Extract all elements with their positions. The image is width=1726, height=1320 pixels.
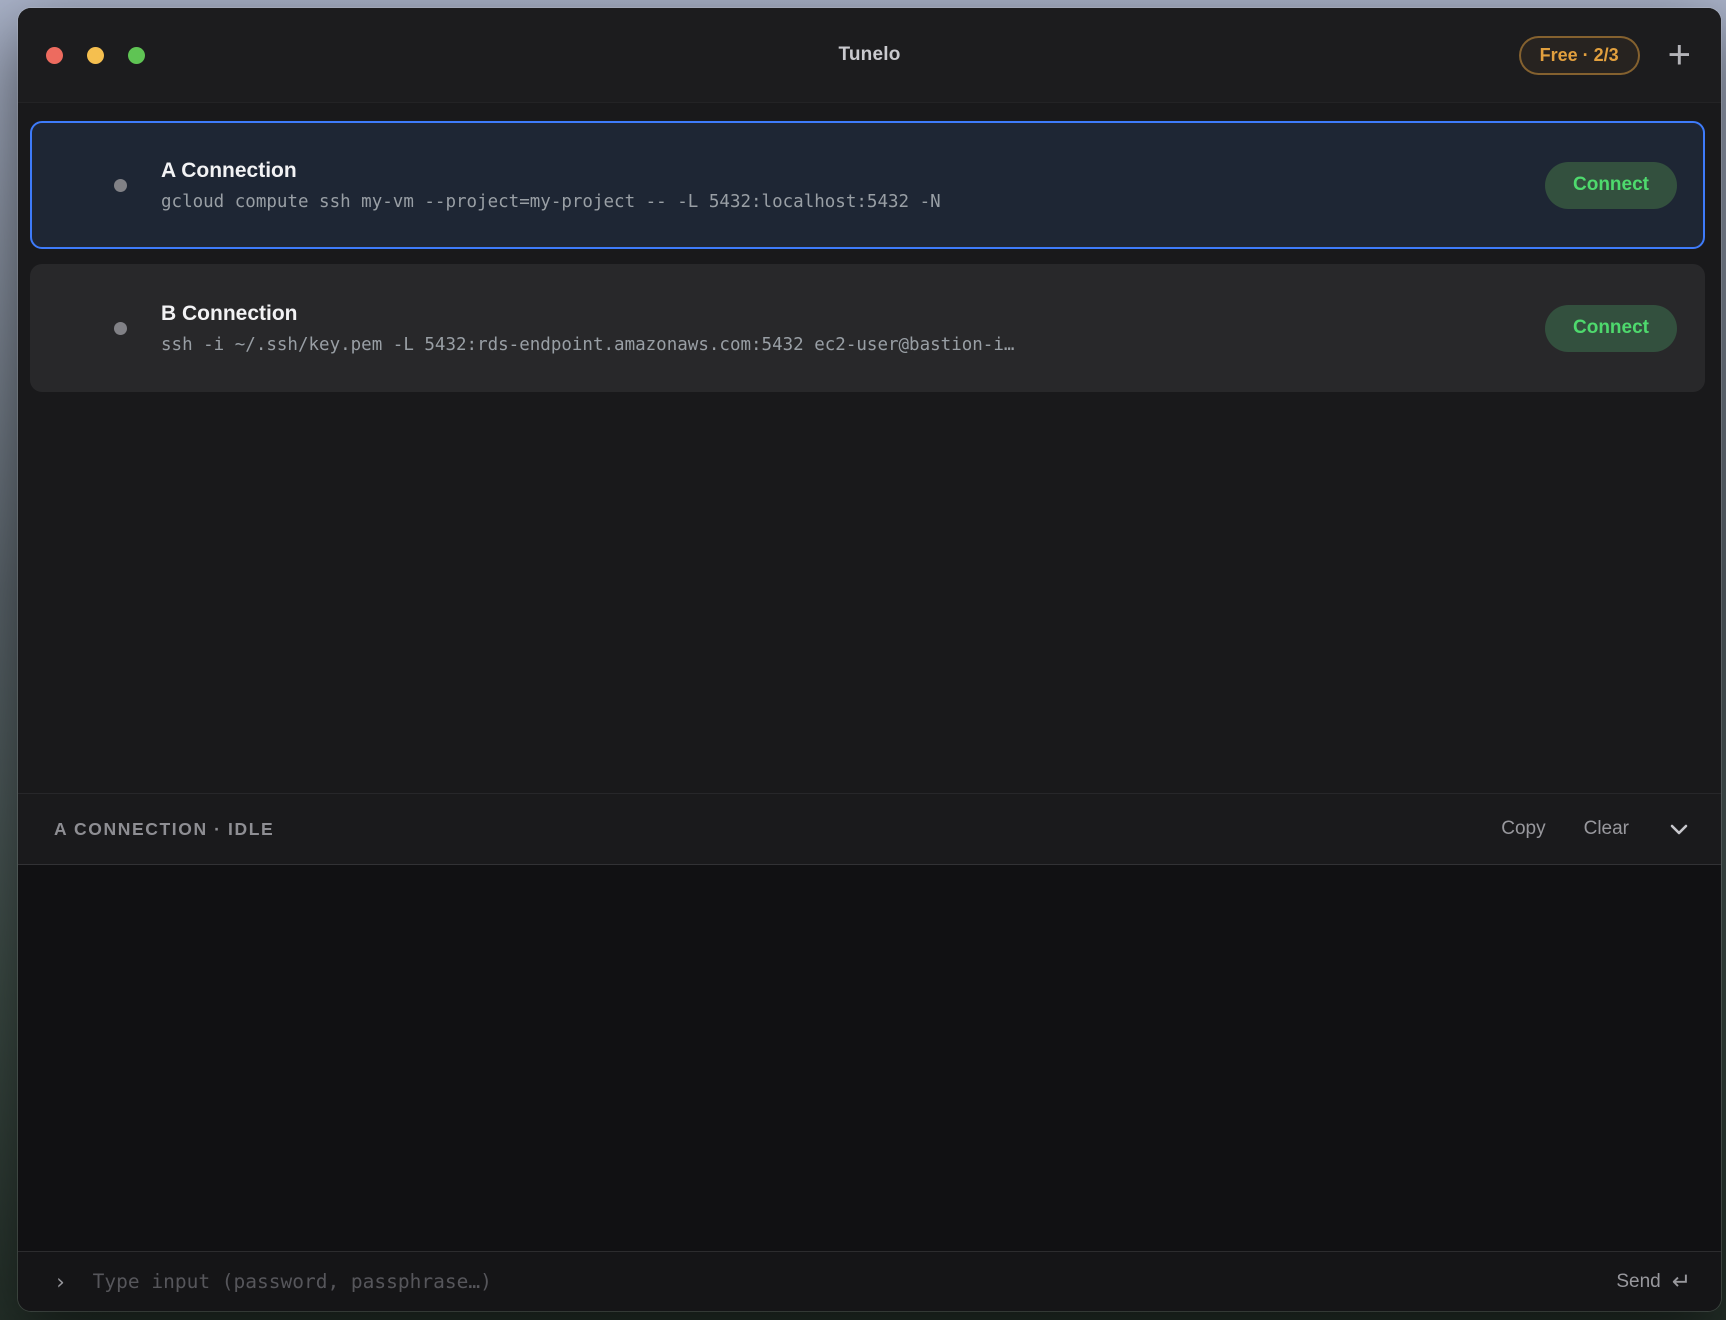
connection-command: ssh -i ~/.ssh/key.pem -L 5432:rds-endpoi… <box>161 335 1515 355</box>
connection-name: B Connection <box>161 302 1515 326</box>
status-dot-icon <box>114 322 127 335</box>
traffic-lights <box>46 47 145 64</box>
terminal-input[interactable] <box>93 1270 1591 1293</box>
minimize-button[interactable] <box>87 47 104 64</box>
connection-name: A Connection <box>161 159 1515 183</box>
log-panel-actions: Copy Clear <box>1501 817 1691 841</box>
titlebar: Tunelo Free · 2/3 + <box>18 8 1721 103</box>
log-panel-title: A CONNECTION · IDLE <box>54 819 274 840</box>
prompt-icon: › <box>54 1270 67 1294</box>
connect-button[interactable]: Connect <box>1545 162 1677 209</box>
input-bar: › Send ↵ <box>18 1251 1721 1311</box>
return-key-icon: ↵ <box>1672 1270 1691 1293</box>
connection-info: A Connection gcloud compute ssh my-vm --… <box>161 159 1515 212</box>
status-dot-icon <box>114 179 127 192</box>
connect-button[interactable]: Connect <box>1545 305 1677 352</box>
plan-badge[interactable]: Free · 2/3 <box>1519 36 1640 75</box>
app-title: Tunelo <box>838 44 900 66</box>
send-button-label: Send <box>1616 1271 1660 1293</box>
connection-command: gcloud compute ssh my-vm --project=my-pr… <box>161 192 1515 212</box>
zoom-button[interactable] <box>128 47 145 64</box>
titlebar-actions: Free · 2/3 + <box>1519 36 1693 75</box>
chevron-down-icon[interactable] <box>1667 817 1691 841</box>
list-empty-space <box>18 407 1721 793</box>
connection-card-b[interactable]: B Connection ssh -i ~/.ssh/key.pem -L 54… <box>30 264 1705 392</box>
connection-info: B Connection ssh -i ~/.ssh/key.pem -L 54… <box>161 302 1515 355</box>
close-button[interactable] <box>46 47 63 64</box>
connection-card-a[interactable]: A Connection gcloud compute ssh my-vm --… <box>30 121 1705 249</box>
copy-button[interactable]: Copy <box>1501 818 1545 840</box>
app-window: Tunelo Free · 2/3 + A Connection gcloud … <box>18 8 1721 1311</box>
add-connection-icon[interactable]: + <box>1666 39 1693 71</box>
log-output-area[interactable] <box>18 865 1721 1251</box>
log-panel-header: A CONNECTION · IDLE Copy Clear <box>18 793 1721 865</box>
clear-button[interactable]: Clear <box>1584 818 1629 840</box>
send-button[interactable]: Send ↵ <box>1616 1270 1691 1293</box>
connection-list: A Connection gcloud compute ssh my-vm --… <box>18 103 1721 407</box>
